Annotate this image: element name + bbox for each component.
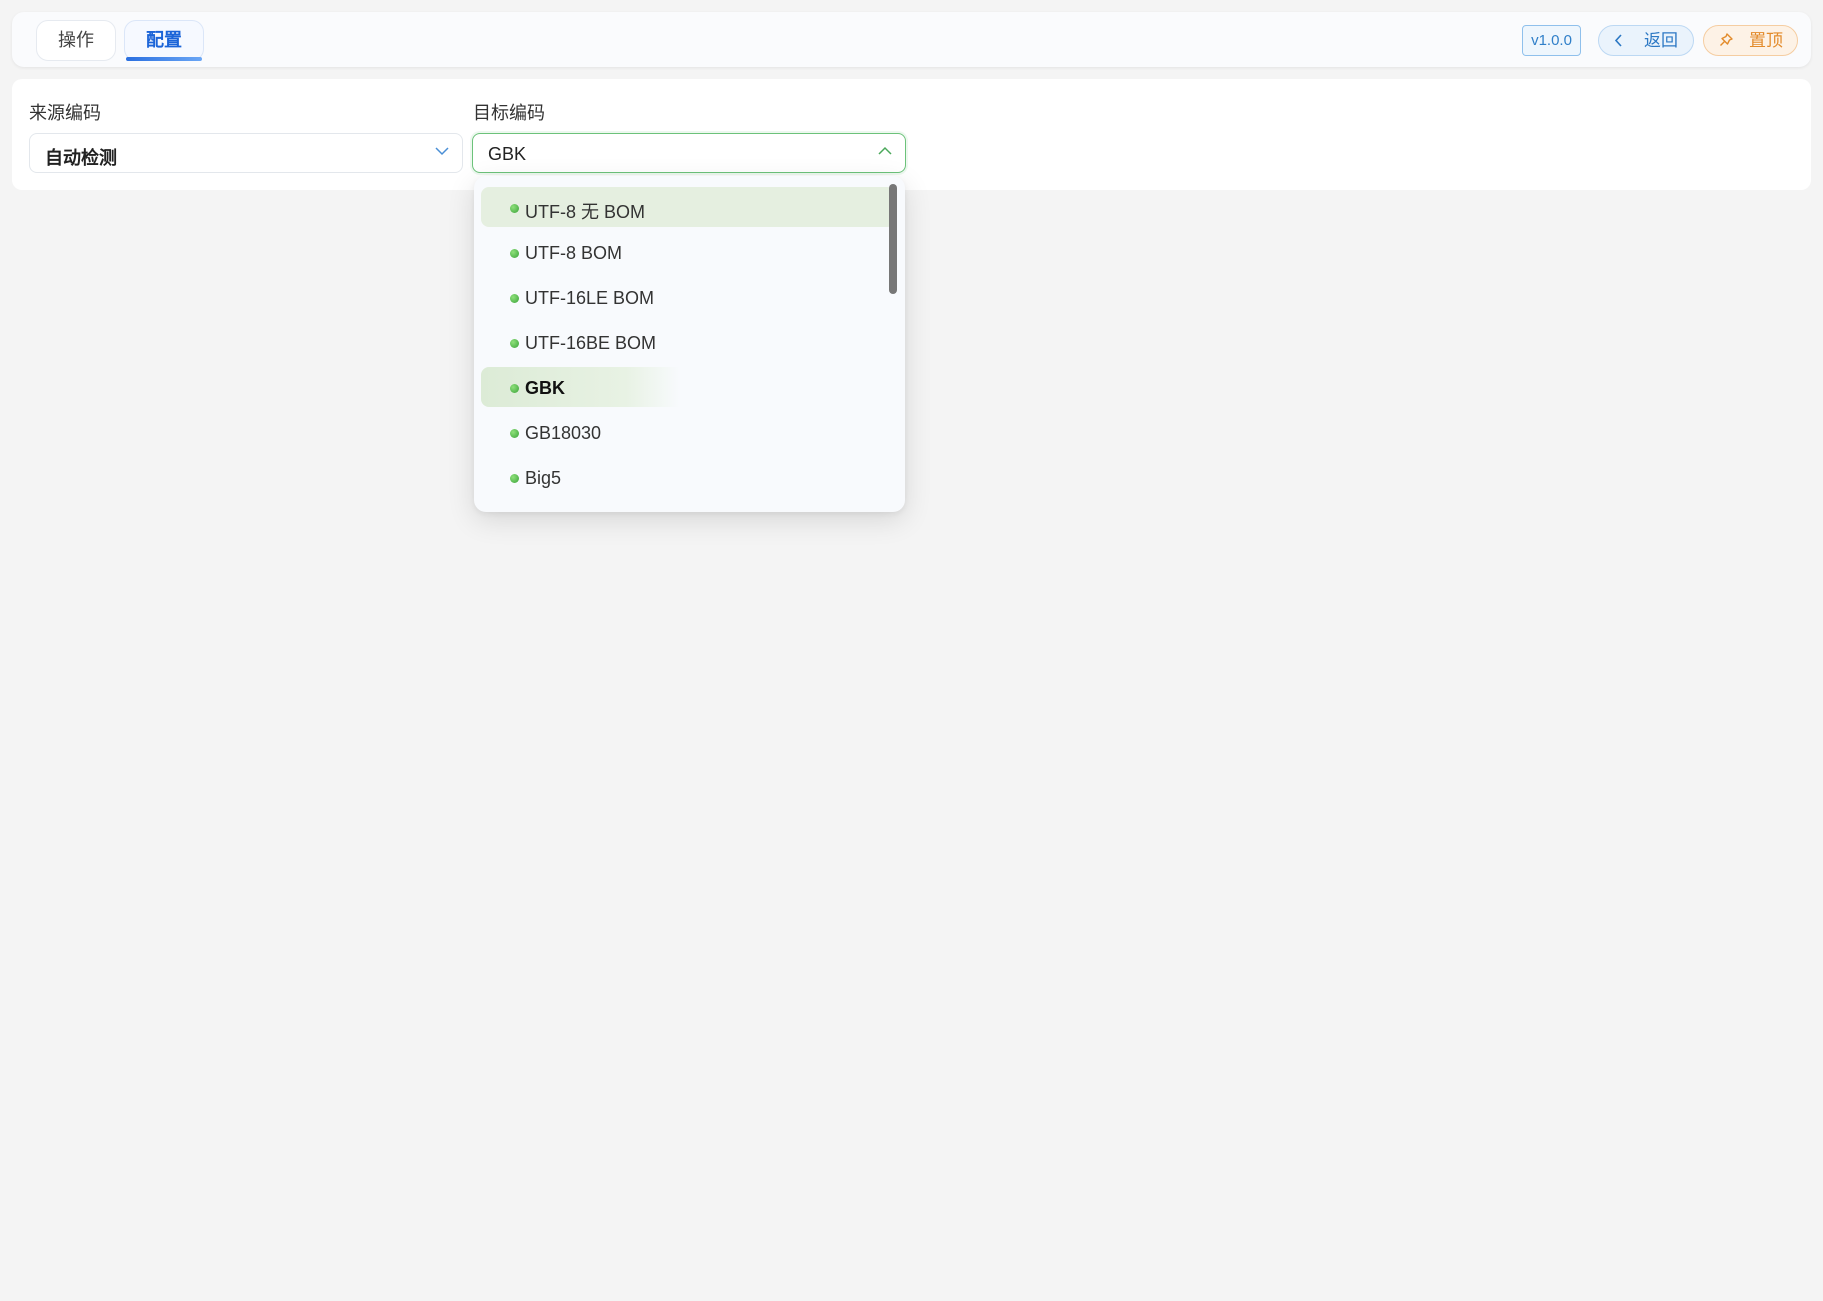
dropdown-option[interactable]: UTF-16BE BOM [481, 322, 895, 362]
tab-config[interactable]: 配置 [124, 20, 204, 61]
target-encoding-value: GBK [488, 144, 527, 164]
chevron-down-icon [434, 143, 450, 159]
option-label: UTF-8 BOM [525, 243, 622, 263]
target-encoding-dropdown: UTF-8 无 BOM UTF-8 BOM UTF-16LE BOM UTF-1… [474, 176, 905, 512]
option-label: Big5 [525, 468, 562, 488]
source-encoding-label: 来源编码 [29, 103, 101, 123]
dropdown-option[interactable]: GB18030 [481, 412, 895, 452]
back-button-label: 返回 [1644, 31, 1678, 50]
dropdown-option[interactable]: UTF-16LE BOM [481, 277, 895, 317]
option-dot-icon [510, 294, 519, 303]
option-dot-icon [510, 429, 519, 438]
pin-icon [1718, 26, 1734, 65]
version-badge: v1.0.0 [1522, 25, 1581, 56]
active-tab-indicator [126, 57, 202, 61]
dropdown-option[interactable]: UTF-8 无 BOM [481, 187, 895, 227]
option-label: UTF-8 无 BOM [525, 202, 645, 222]
pin-top-button[interactable]: 置顶 [1703, 25, 1798, 56]
chevron-up-icon [877, 143, 893, 159]
tab-operate-label: 操作 [58, 30, 94, 50]
tab-config-label: 配置 [146, 30, 182, 50]
option-label: GB18030 [525, 423, 602, 443]
tab-operate[interactable]: 操作 [36, 20, 116, 61]
chevron-left-icon [1613, 26, 1625, 65]
option-label: UTF-16LE BOM [525, 288, 655, 308]
option-dot-icon [510, 249, 519, 258]
back-button[interactable]: 返回 [1598, 25, 1694, 56]
option-dot-icon [510, 474, 519, 483]
dropdown-option-selected[interactable]: GBK [481, 367, 895, 407]
dropdown-option[interactable]: UTF-8 BOM [481, 232, 895, 272]
dropdown-scrollbar[interactable] [889, 184, 897, 294]
target-encoding-select[interactable]: GBK [472, 133, 906, 173]
top-bar: 操作 配置 v1.0.0 返回 置顶 [12, 12, 1811, 67]
option-dot-icon [510, 384, 519, 393]
target-encoding-label: 目标编码 [473, 103, 545, 123]
option-dot-icon [510, 204, 519, 213]
option-label: UTF-16BE BOM [525, 333, 657, 353]
option-dot-icon [510, 339, 519, 348]
dropdown-option[interactable]: Big5 [481, 457, 895, 497]
source-encoding-select[interactable]: 自动检测 [29, 133, 463, 173]
source-encoding-value: 自动检测 [45, 148, 117, 168]
option-label: GBK [525, 378, 565, 398]
pin-button-label: 置顶 [1749, 31, 1783, 50]
